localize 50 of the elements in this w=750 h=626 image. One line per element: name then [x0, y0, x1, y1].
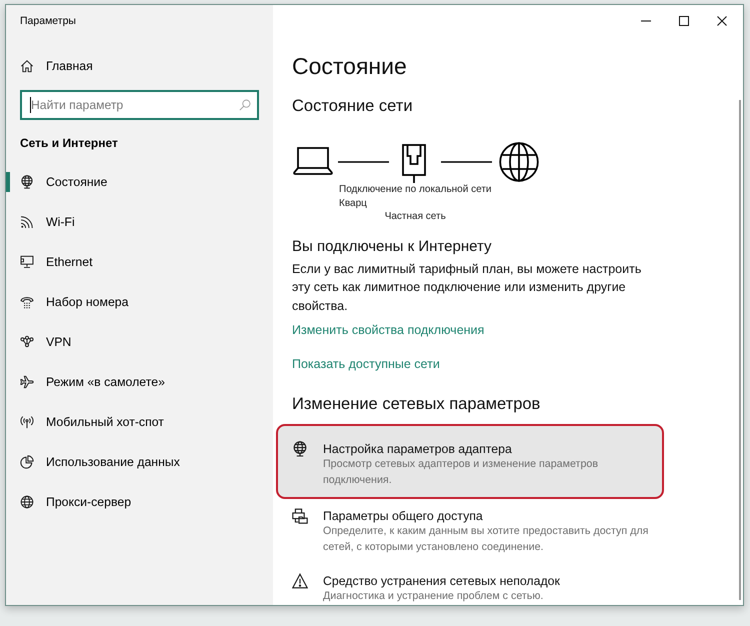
laptop-icon — [293, 146, 333, 174]
network-globe-icon — [20, 175, 34, 189]
scrollbar[interactable] — [739, 100, 741, 600]
nav-item[interactable]: VPN — [6, 322, 72, 362]
text-cursor-icon — [30, 97, 31, 113]
nav-item[interactable]: Использование данных — [6, 442, 180, 482]
connection-name: Подключение по локальной сети — [339, 183, 492, 196]
nav-item[interactable]: Прокси-сервер — [6, 482, 132, 522]
globe-icon — [20, 495, 34, 509]
network-profile: Частная сеть — [384, 210, 446, 224]
antenna-icon — [20, 415, 34, 429]
nav-item[interactable]: Wi-Fi — [6, 202, 75, 242]
maximize-icon — [679, 16, 689, 26]
network-name: Кварц — [339, 196, 367, 210]
search-icon — [239, 99, 251, 111]
link[interactable]: Показать доступные сети — [292, 354, 440, 374]
nav-item[interactable]: Мобильный хот-спот — [6, 402, 164, 442]
nodes-icon — [20, 335, 34, 349]
section-heading: Состояние сети — [292, 96, 413, 117]
home-icon — [20, 59, 34, 73]
connector-line — [338, 161, 389, 163]
connector-line — [441, 161, 492, 163]
section-heading: Вы подключены к Интернету — [292, 236, 492, 256]
section-heading: Сеть и Интернет — [20, 135, 118, 152]
nav-item[interactable]: Ethernet — [6, 242, 92, 282]
section-heading: Изменение сетевых параметров — [292, 394, 540, 415]
window-title: Параметры — [20, 14, 76, 29]
settings-option[interactable]: Настройка параметров адаптера Просмотр сетевых адаптеров и изменение параметров подключения. — [276, 424, 664, 499]
settings-option[interactable]: Средство устранения сетевых неполадок Диагностика и устранение проблем с сетью. — [276, 564, 664, 605]
wifi-icon — [20, 215, 34, 229]
pie-chart-icon — [20, 455, 34, 469]
router-icon — [402, 144, 426, 182]
printer-folder-icon — [292, 508, 308, 524]
airplane-icon — [20, 375, 34, 389]
link[interactable]: Изменить свойства подключения — [292, 320, 484, 340]
network-globe-icon — [292, 441, 308, 457]
home-link[interactable]: Главная — [20, 46, 93, 86]
page-title: Состояние — [292, 52, 407, 81]
phone-icon — [20, 295, 34, 309]
globe-icon — [499, 142, 539, 182]
warning-icon — [292, 573, 308, 589]
description-text: Если у вас лимитный тарифный план, вы можете настроить эту сеть как лимитное подключение или изменить другие свойства. — [292, 260, 642, 314]
search-field[interactable]: Найти параметр — [20, 90, 259, 120]
settings-option[interactable]: Параметры общего доступа Определите, к каким данным вы хотите предоставить доступ для сетей, с которыми установлено соединение. — [276, 499, 664, 564]
monitor-icon — [20, 255, 34, 269]
nav-item[interactable]: Набор номера — [6, 282, 128, 322]
close-icon — [717, 16, 727, 26]
selection-indicator — [6, 172, 10, 192]
nav-item[interactable]: Режим «в самолете» — [6, 362, 165, 402]
nav-item[interactable]: Состояние — [6, 162, 108, 202]
